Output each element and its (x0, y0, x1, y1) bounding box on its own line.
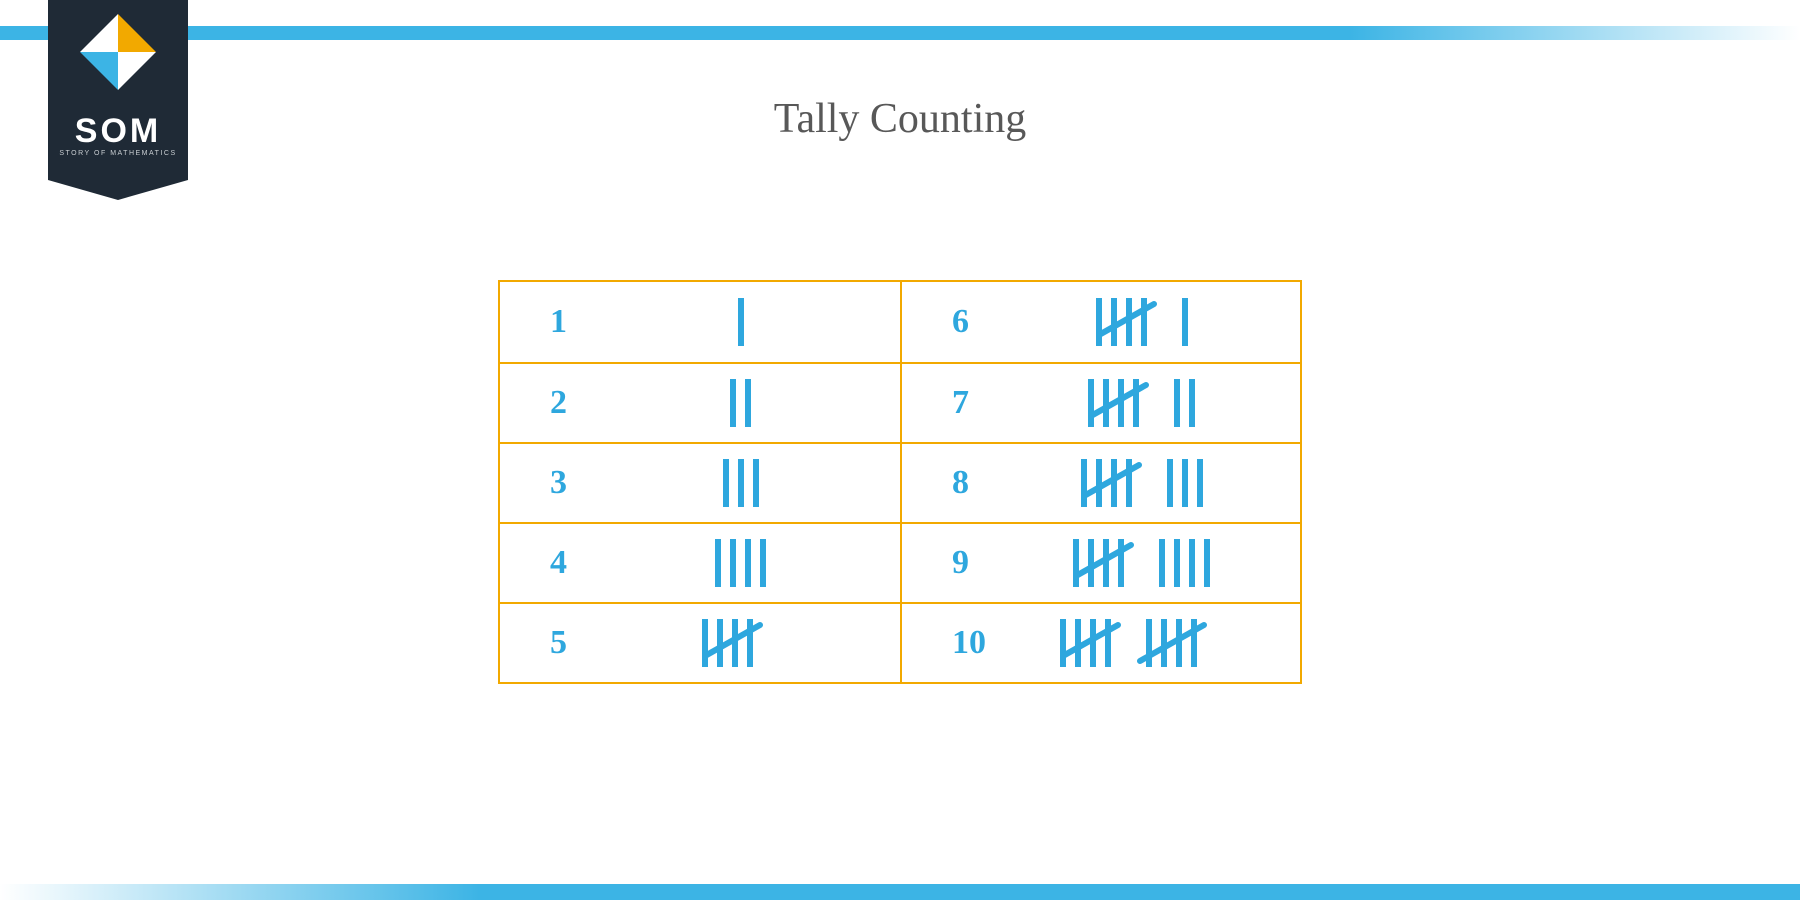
tally-table: 1 2 3 4 5 6 7 8 9 10 (498, 280, 1302, 684)
tally-number: 4 (550, 544, 630, 582)
page-title: Tally Counting (0, 95, 1800, 143)
tally-marks (1032, 459, 1260, 507)
tally-row: 2 (500, 362, 900, 442)
tally-row: 9 (900, 522, 1300, 602)
brand-name: SOM (48, 112, 188, 151)
top-accent-bar (0, 26, 1800, 40)
tally-number: 3 (550, 464, 630, 502)
tally-row: 4 (500, 522, 900, 602)
tally-row: 1 (500, 282, 900, 362)
top-accent-bar-fade (1350, 26, 1800, 40)
tally-row: 10 (900, 602, 1300, 682)
brand-logo-icon (80, 14, 156, 90)
tally-marks (1032, 539, 1260, 587)
tally-number: 2 (550, 384, 630, 422)
tally-number: 8 (952, 464, 1032, 502)
tally-number: 6 (952, 303, 1032, 341)
top-accent-bar-solid (0, 26, 1350, 40)
tally-row: 3 (500, 442, 900, 522)
tally-row: 7 (900, 362, 1300, 442)
brand-tagline: STORY OF MATHEMATICS (48, 150, 188, 157)
tally-marks (1032, 619, 1260, 667)
bottom-accent-bar-fade (0, 884, 480, 900)
tally-number: 1 (550, 303, 630, 341)
tally-row: 6 (900, 282, 1300, 362)
tally-marks (1032, 379, 1260, 427)
tally-number: 10 (952, 624, 1032, 662)
tally-marks (630, 619, 860, 667)
tally-marks (1032, 298, 1260, 346)
tally-table-col-right: 6 7 8 9 10 (900, 282, 1300, 682)
tally-marks (630, 459, 860, 507)
tally-marks (630, 539, 860, 587)
tally-number: 5 (550, 624, 630, 662)
tally-number: 9 (952, 544, 1032, 582)
tally-marks (630, 379, 860, 427)
tally-row: 5 (500, 602, 900, 682)
brand-badge: SOM STORY OF MATHEMATICS (48, 0, 188, 180)
tally-row: 8 (900, 442, 1300, 522)
tally-table-col-left: 1 2 3 4 5 (500, 282, 900, 682)
tally-marks (630, 298, 860, 346)
tally-number: 7 (952, 384, 1032, 422)
bottom-accent-bar-solid (480, 884, 1800, 900)
bottom-accent-bar (0, 884, 1800, 900)
